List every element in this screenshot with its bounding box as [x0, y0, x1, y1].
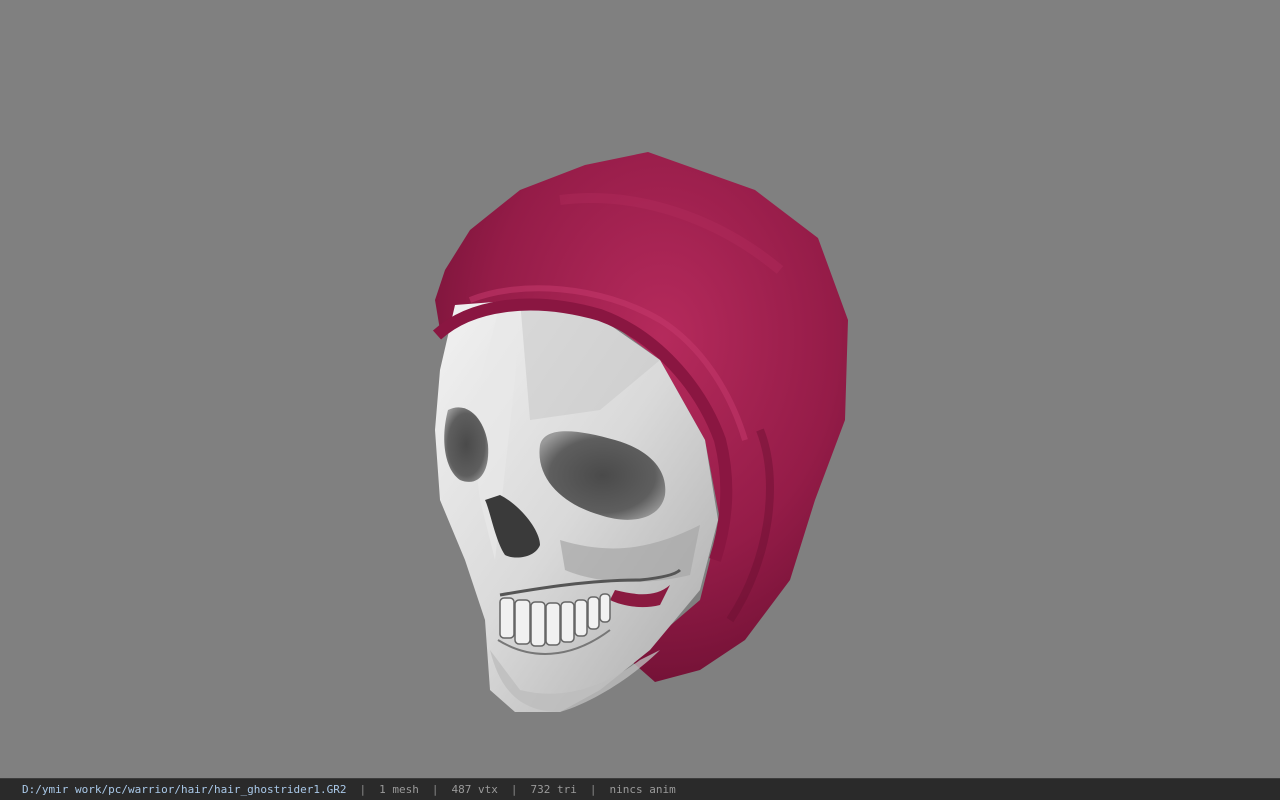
triangle-count: 732 tri — [530, 783, 577, 796]
anim-info: nincs anim — [609, 783, 676, 796]
status-bar: D:/ymir work/pc/warrior/hair/hair_ghostr… — [0, 778, 1280, 800]
3d-viewport[interactable] — [0, 0, 1280, 778]
separator: | — [510, 783, 518, 796]
vertex-count: 487 vtx — [451, 783, 498, 796]
mesh-count: 1 mesh — [379, 783, 419, 796]
file-path: D:/ymir work/pc/warrior/hair/hair_ghostr… — [22, 783, 347, 796]
separator: | — [359, 783, 367, 796]
skull-hood-model[interactable] — [0, 0, 1280, 778]
separator: | — [589, 783, 597, 796]
separator: | — [431, 783, 439, 796]
